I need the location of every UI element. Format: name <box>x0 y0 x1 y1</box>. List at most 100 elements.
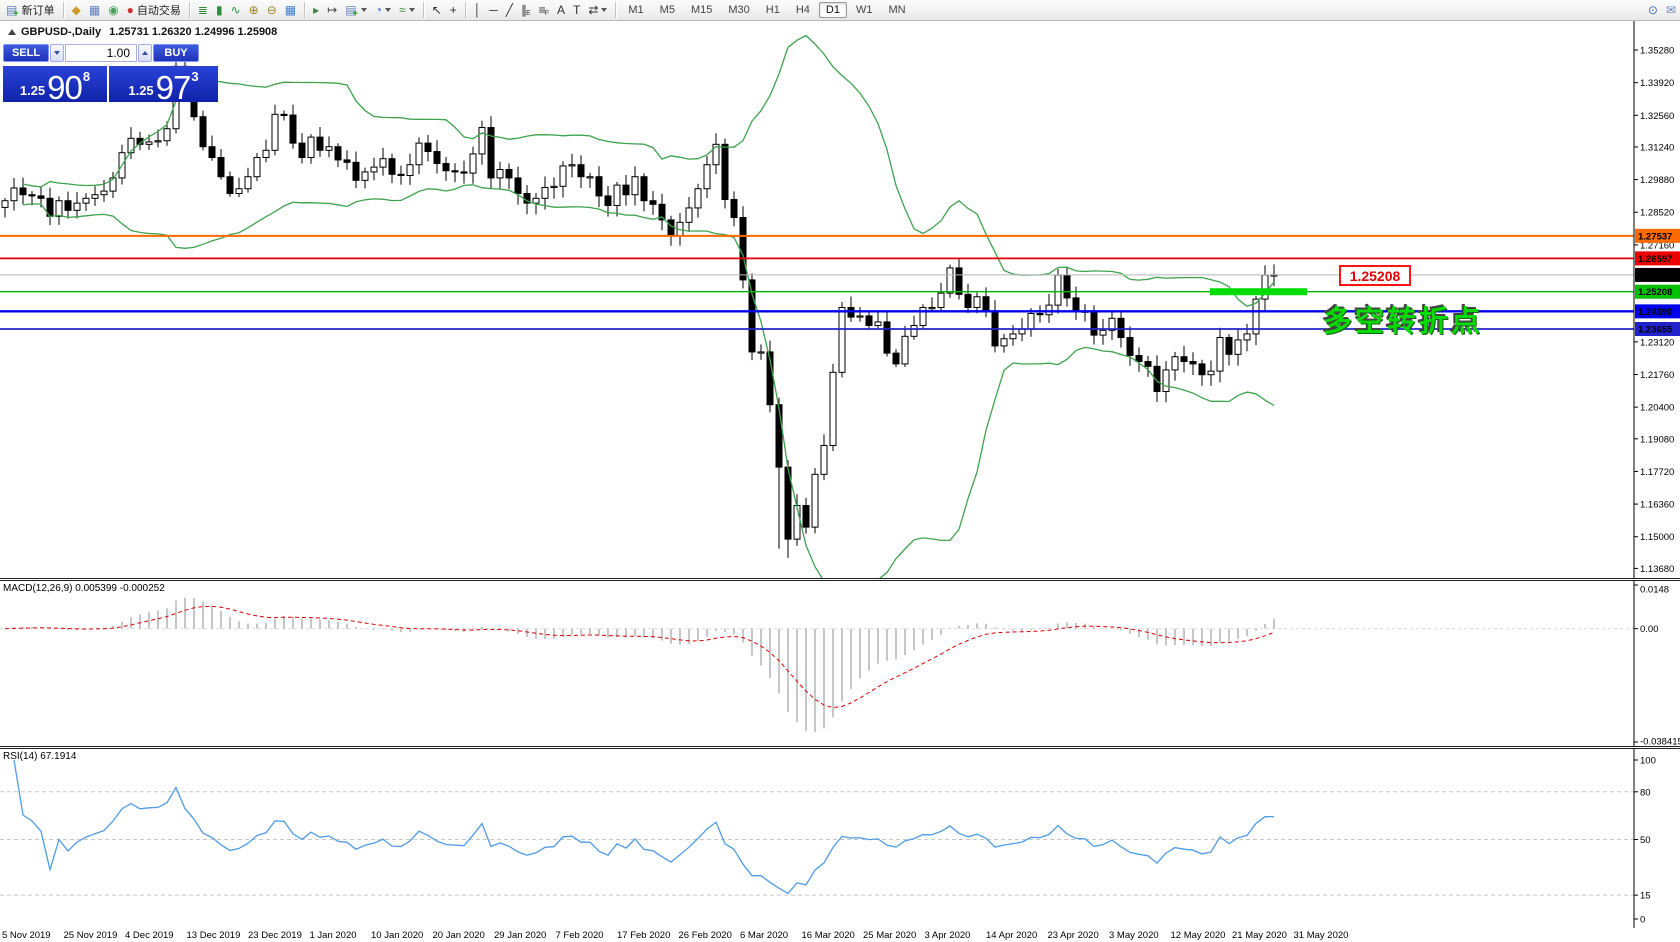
buy-price-big: 97 <box>156 73 191 102</box>
chat-button[interactable]: ✉ <box>1663 1 1679 19</box>
bar-chart-icon: ≣ <box>198 4 208 16</box>
chart-shift-button[interactable]: ↦ <box>324 1 340 19</box>
svg-text:50: 50 <box>1640 835 1651 846</box>
triangle-up-icon <box>142 51 148 55</box>
candlestick-chart-button[interactable]: ▮ <box>213 1 226 19</box>
date-label: 10 Jan 2020 <box>371 930 423 941</box>
market-watch-button[interactable]: ◆ <box>69 1 84 19</box>
turning-point-annotation[interactable]: 多空转折点 <box>1323 298 1483 340</box>
svg-text:0: 0 <box>1640 915 1645 926</box>
main-toolbar: ▤+新订单◆▦◉●自动交易≣▮∿⊕⊖▦▸↦▤+◔≈↖+│─╱∥E≡FAT⇄M1M… <box>0 0 1680 21</box>
crosshair-icon: + <box>450 4 457 16</box>
line-chart-button[interactable]: ∿ <box>228 1 244 19</box>
macd-canvas[interactable]: 0.0148 0.00 -0.038415 <box>0 581 1680 746</box>
navigator-icon: ◉ <box>108 4 118 16</box>
timeframe-m5-button[interactable]: M5 <box>653 2 682 18</box>
svg-text:1.13680: 1.13680 <box>1640 564 1674 575</box>
toolbar-separator <box>615 2 616 18</box>
search-button[interactable]: ⊙ <box>1645 1 1661 19</box>
svg-text:1.21760: 1.21760 <box>1640 370 1674 381</box>
autotrading-label: 自动交易 <box>137 2 181 18</box>
cursor-button[interactable]: ↖ <box>429 1 445 19</box>
volume-input[interactable] <box>65 44 137 62</box>
fibonacci-button[interactable]: ≡F <box>536 1 552 19</box>
tile-windows-icon: ▦ <box>285 4 296 16</box>
volume-decrease-button[interactable] <box>50 44 64 62</box>
zoom-out-button[interactable]: ⊖ <box>264 1 280 19</box>
buy-button[interactable]: BUY <box>153 44 199 62</box>
arrows-button[interactable]: ⇄ <box>585 1 610 19</box>
indicators-button[interactable]: ≈ <box>396 1 418 19</box>
data-window-icon: ▦ <box>89 4 100 16</box>
chart-title: GBPUSD-,Daily 1.25731 1.26320 1.24996 1.… <box>8 26 277 38</box>
autotrading-button[interactable]: ●自动交易 <box>124 1 184 19</box>
macd-axis[interactable]: 0.0148 0.00 -0.038415 <box>1634 581 1680 746</box>
line-chart-icon: ∿ <box>231 4 241 16</box>
chevron-down-icon <box>361 8 367 12</box>
new-chart-button[interactable]: ▤+ <box>342 1 370 19</box>
sell-price-display[interactable]: 1.25 90 8 <box>3 66 107 102</box>
horizontal-line-button[interactable]: ─ <box>486 1 501 19</box>
timeframe-m30-button[interactable]: M30 <box>721 2 756 18</box>
tile-windows-button[interactable]: ▦ <box>282 1 299 19</box>
date-label: 6 Mar 2020 <box>740 930 788 941</box>
vertical-line-button[interactable]: │ <box>471 1 485 19</box>
timeframe-d1-button[interactable]: D1 <box>819 2 847 18</box>
auto-scroll-button[interactable]: ▸ <box>310 1 322 19</box>
date-label: 3 May 2020 <box>1109 930 1159 941</box>
svg-text:-0.038415: -0.038415 <box>1640 737 1680 747</box>
chart-shift-icon: ↦ <box>327 4 337 16</box>
cursor-icon: ↖ <box>432 4 442 16</box>
date-label: 12 May 2020 <box>1171 930 1226 941</box>
bar-chart-button[interactable]: ≣ <box>195 1 211 19</box>
svg-text:15: 15 <box>1640 891 1651 902</box>
date-label: 1 Jan 2020 <box>310 930 357 941</box>
support-highlight-segment[interactable] <box>1210 288 1307 295</box>
svg-text:1.15000: 1.15000 <box>1640 532 1674 543</box>
timeframe-w1-button[interactable]: W1 <box>849 2 880 18</box>
sub-letter: E <box>526 10 531 17</box>
buy-price-display[interactable]: 1.25 97 3 <box>109 66 218 102</box>
equidistant-channel-button[interactable]: ∥E <box>518 1 534 19</box>
svg-text:0.00: 0.00 <box>1640 624 1659 635</box>
rsi-axis[interactable]: 1008050150 <box>1634 749 1680 928</box>
date-label: 25 Mar 2020 <box>863 930 916 941</box>
date-label: 16 Mar 2020 <box>802 930 855 941</box>
periods-button[interactable]: ◔ <box>372 1 394 19</box>
macd-signal-line <box>5 606 1274 707</box>
rsi-canvas[interactable]: 1008050150 <box>0 749 1680 928</box>
timeframe-h4-button[interactable]: H4 <box>789 2 817 18</box>
sub-letter: F <box>545 10 549 17</box>
chevron-down-icon <box>601 8 607 12</box>
new-order-button[interactable]: ▤+新订单 <box>3 1 58 19</box>
navigator-button[interactable]: ◉ <box>105 1 121 19</box>
zoom-in-button[interactable]: ⊕ <box>246 1 262 19</box>
timeframe-h1-button[interactable]: H1 <box>759 2 787 18</box>
one-click-trading-panel: SELL BUY 1.25 90 8 1.25 97 3 <box>3 44 218 102</box>
date-label: 7 Feb 2020 <box>556 930 604 941</box>
toolbar-separator <box>63 2 64 18</box>
data-window-button[interactable]: ▦ <box>86 1 103 19</box>
svg-text:0.0148: 0.0148 <box>1640 585 1669 596</box>
chat-icon: ✉ <box>1666 4 1676 16</box>
svg-text:1.23120: 1.23120 <box>1640 337 1674 348</box>
sell-button[interactable]: SELL <box>3 44 49 62</box>
crosshair-button[interactable]: + <box>447 1 460 19</box>
toolbar-separator <box>304 2 305 18</box>
support-price-label[interactable]: 1.25208 <box>1339 265 1411 286</box>
price-axis[interactable]: 1.352801.339201.325601.312401.298801.285… <box>1634 21 1680 578</box>
text-label-button[interactable]: T <box>570 1 583 19</box>
svg-text:1.27537: 1.27537 <box>1638 231 1672 242</box>
trendline-button[interactable]: ╱ <box>503 1 516 19</box>
date-axis[interactable]: 5 Nov 201925 Nov 20194 Dec 201913 Dec 20… <box>0 928 1680 942</box>
macd-pane: 0.01480.00-0.038415 MACD(12,26,9) 0.0053… <box>0 578 1680 746</box>
autotrading-icon: ● <box>127 4 134 16</box>
bollinger-bands <box>23 36 1274 579</box>
timeframe-mn-button[interactable]: MN <box>881 2 912 18</box>
main-chart-pane: 1.352801.339201.325601.312401.298801.285… <box>0 21 1680 578</box>
volume-increase-button[interactable] <box>138 44 152 62</box>
toolbar-separator <box>423 2 424 18</box>
timeframe-m15-button[interactable]: M15 <box>684 2 719 18</box>
timeframe-m1-button[interactable]: M1 <box>621 2 650 18</box>
text-button[interactable]: A <box>554 1 568 19</box>
